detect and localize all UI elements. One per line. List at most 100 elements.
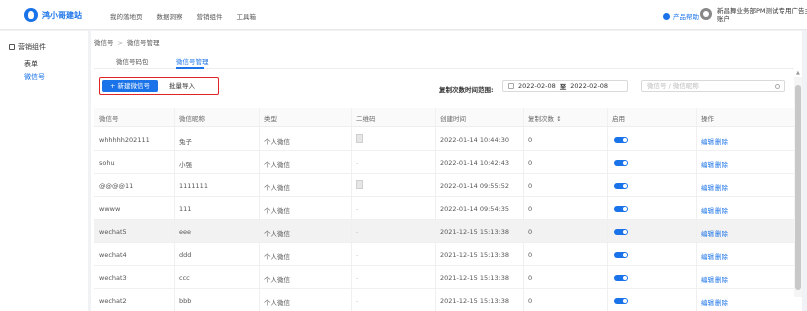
- edit-link[interactable]: 编辑: [701, 136, 714, 146]
- edit-link[interactable]: 编辑: [701, 228, 714, 238]
- column-header-enabled: 启用: [612, 115, 625, 123]
- enable-toggle[interactable]: [614, 229, 628, 235]
- scroll-up-icon[interactable]: ▲: [796, 70, 800, 76]
- date-range-label: 复制次数时间范围:: [439, 86, 494, 94]
- cell-copy-count: 0: [528, 297, 533, 305]
- cell-qr: -: [356, 274, 359, 282]
- top-nav: 我的落地页 数据洞察 营销组件 工具箱: [110, 11, 270, 21]
- edit-link[interactable]: 编辑: [701, 182, 714, 192]
- column-divider: [696, 108, 697, 311]
- edit-link[interactable]: 编辑: [701, 297, 714, 307]
- cell-nickname: 111: [179, 205, 192, 213]
- cell-created-time: 2021-12-15 15:13:38: [440, 274, 510, 282]
- batch-import-button[interactable]: 批量导入: [169, 80, 195, 92]
- column-divider: [523, 108, 524, 311]
- cell-created-time: 2021-12-15 15:13:38: [440, 297, 510, 305]
- cell-wechat-id: wwww: [99, 205, 121, 213]
- user-menu[interactable]: 新昌舞业务部PM测试专用广告主账户: [700, 7, 807, 23]
- date-range-picker[interactable]: 2022-02-08 至 2022-02-08: [502, 80, 628, 92]
- cell-qr: -: [356, 297, 359, 305]
- sidebar: 营销组件 表单 微信号: [0, 31, 88, 311]
- column-divider: [435, 108, 436, 311]
- edit-link[interactable]: 编辑: [701, 205, 714, 215]
- breadcrumb-separator: >: [117, 39, 123, 47]
- cell-created-time: 2022-01-14 10:44:30: [440, 136, 510, 144]
- cell-created-time: 2021-12-15 15:13:38: [440, 251, 510, 259]
- sidebar-item-wechat[interactable]: 微信号: [24, 72, 45, 82]
- top-nav-item-data-insight[interactable]: 数据洞察: [157, 11, 183, 21]
- enable-toggle[interactable]: [614, 137, 628, 143]
- tab-wechat-management[interactable]: 微信号管理: [176, 56, 209, 66]
- tab-number-package[interactable]: 微信号码包: [116, 56, 149, 66]
- column-divider: [607, 108, 608, 311]
- edit-link[interactable]: 编辑: [701, 159, 714, 169]
- cell-created-time: 2022-01-14 09:55:52: [440, 182, 510, 190]
- qr-code-thumbnail[interactable]: [356, 134, 363, 143]
- breadcrumb-item-wechat[interactable]: 微信号: [94, 39, 114, 47]
- column-header-copies[interactable]: 复制次数 ↕: [528, 113, 562, 123]
- delete-link[interactable]: 删除: [715, 205, 728, 215]
- delete-link[interactable]: 删除: [715, 228, 728, 238]
- enable-toggle[interactable]: [614, 206, 628, 212]
- cell-type: 个人微信: [264, 230, 290, 238]
- cell-copy-count: 0: [528, 136, 533, 144]
- delete-link[interactable]: 删除: [715, 297, 728, 307]
- calendar-icon: [508, 83, 514, 89]
- column-divider: [259, 108, 260, 311]
- cell-type: 个人微信: [264, 299, 290, 307]
- edit-link[interactable]: 编辑: [701, 251, 714, 261]
- cell-nickname: 兔子: [179, 138, 192, 146]
- cell-wechat-id: whhhhh202111: [99, 136, 150, 144]
- delete-link[interactable]: 删除: [715, 251, 728, 261]
- sidebar-item-form[interactable]: 表单: [24, 59, 38, 69]
- search-input[interactable]: 微信号 / 微信昵称: [641, 80, 785, 92]
- search-icon[interactable]: [775, 84, 780, 89]
- cell-qr: -: [356, 159, 359, 167]
- column-divider: [351, 108, 352, 311]
- cell-type: 个人微信: [264, 138, 290, 146]
- top-bar: 鸿小哥建站 我的落地页 数据洞察 营销组件 工具箱 产品帮助 新昌舞业务部PM测…: [0, 0, 807, 30]
- logo[interactable]: 鸿小哥建站: [24, 8, 82, 22]
- user-name: 新昌舞业务部PM测试专用广告主账户: [717, 7, 807, 23]
- help-link[interactable]: 产品帮助: [663, 11, 699, 21]
- cell-wechat-id: wechat4: [99, 251, 127, 259]
- help-label: 产品帮助: [673, 13, 699, 21]
- scrollbar-thumb[interactable]: [795, 85, 801, 290]
- table-header: 微信号 微信昵称 类型 二维码 创建时间 复制次数 ↕ 启用 操作: [94, 108, 794, 127]
- enable-toggle[interactable]: [614, 252, 628, 258]
- new-wechat-button[interactable]: + 新建微信号: [102, 80, 158, 92]
- enable-toggle[interactable]: [614, 160, 628, 166]
- top-nav-item-landing-pages[interactable]: 我的落地页: [110, 11, 143, 21]
- qr-code-thumbnail[interactable]: [356, 180, 363, 189]
- scrollbar[interactable]: [794, 77, 802, 297]
- cell-created-time: 2021-12-15 15:13:38: [440, 228, 510, 236]
- delete-link[interactable]: 删除: [715, 136, 728, 146]
- table-row: wechat4 ddd 个人微信 - 2021-12-15 15:13:38 0 编辑 删除: [94, 243, 794, 266]
- cell-qr: -: [356, 205, 359, 213]
- cell-wechat-id: wechat5: [99, 228, 127, 236]
- edit-link[interactable]: 编辑: [701, 274, 714, 284]
- top-nav-item-marketing-components[interactable]: 营销组件: [197, 11, 223, 21]
- table-row: sohu 小强 个人微信 - 2022-01-14 10:42:43 0 编辑 删除: [94, 151, 794, 174]
- enable-toggle[interactable]: [614, 183, 628, 189]
- enable-toggle[interactable]: [614, 298, 628, 304]
- cell-copy-count: 0: [528, 205, 533, 213]
- top-nav-item-toolbox[interactable]: 工具箱: [237, 11, 257, 21]
- cell-copy-count: 0: [528, 228, 533, 236]
- cell-copy-count: 0: [528, 274, 533, 282]
- delete-link[interactable]: 删除: [715, 182, 728, 192]
- table-row: wwww 111 个人微信 - 2022-01-14 09:54:35 0 编辑 删除: [94, 197, 794, 220]
- delete-link[interactable]: 删除: [715, 274, 728, 284]
- table-row: wechat2 bbb 个人微信 - 2021-12-15 15:13:38 0 编辑 删除: [94, 289, 794, 311]
- enable-toggle[interactable]: [614, 275, 628, 281]
- cell-copy-count: 0: [528, 251, 533, 259]
- cell-wechat-id: sohu: [99, 159, 115, 167]
- breadcrumb: 微信号 > 微信号管理: [94, 37, 159, 47]
- sidebar-section-title: 营销组件: [18, 43, 46, 51]
- column-header-actions: 操作: [701, 115, 714, 123]
- delete-link[interactable]: 删除: [715, 159, 728, 169]
- cell-nickname: eee: [179, 228, 191, 236]
- cell-copy-count: 0: [528, 159, 533, 167]
- sidebar-section-marketing[interactable]: 营销组件: [9, 42, 46, 52]
- component-icon: [9, 44, 15, 50]
